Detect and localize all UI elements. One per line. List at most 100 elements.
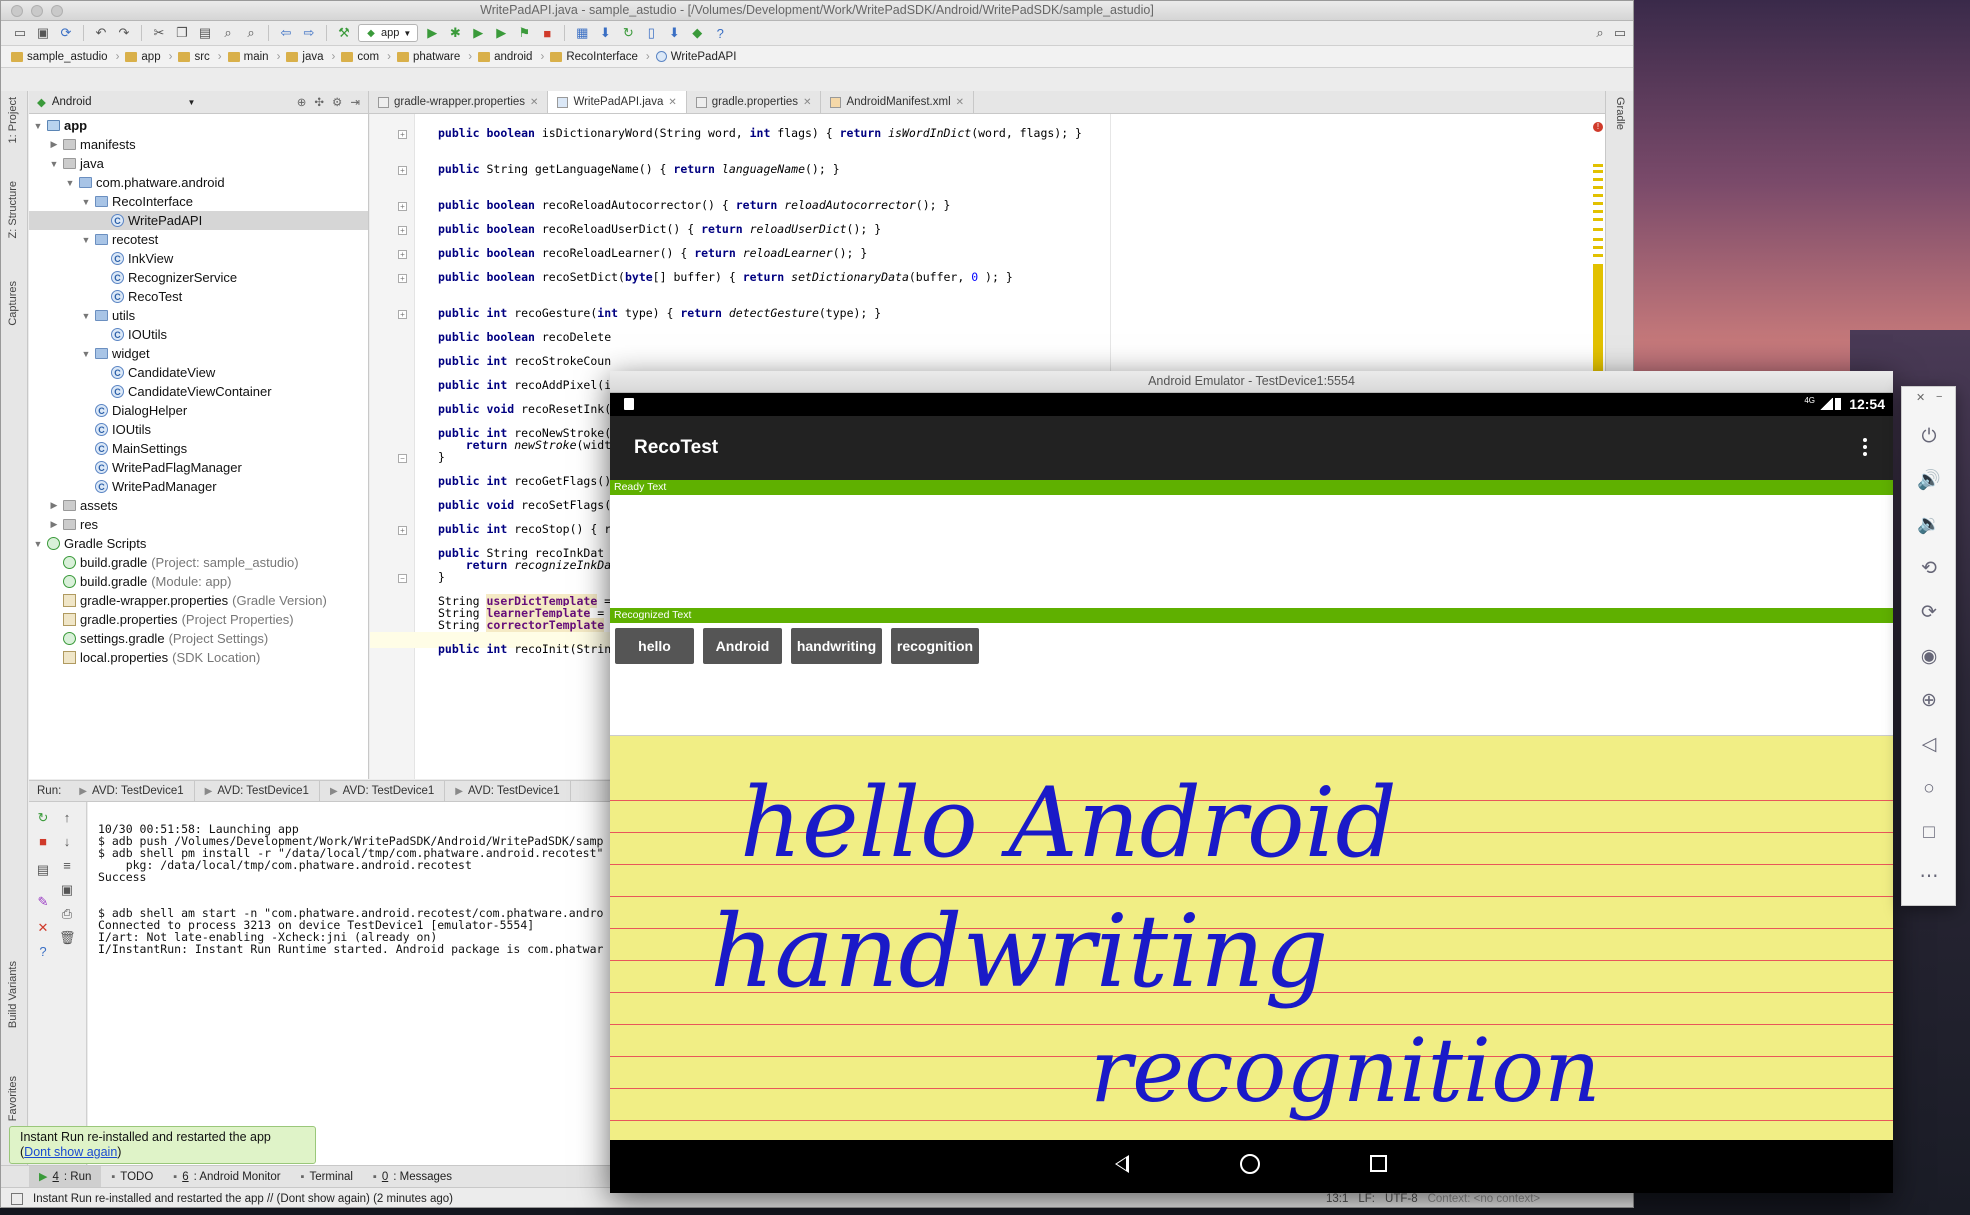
help-icon[interactable]: ?: [711, 24, 729, 42]
tree-item[interactable]: build.gradle (Module: app): [29, 572, 368, 591]
editor-tab[interactable]: gradle-wrapper.properties ✕: [369, 91, 549, 113]
tool-tab-gradle[interactable]: Gradle: [1614, 97, 1626, 130]
pin-icon[interactable]: ✎: [35, 894, 51, 910]
fold-marker-icon[interactable]: +: [398, 274, 407, 283]
run-tab[interactable]: ▶ AVD: TestDevice1: [69, 780, 195, 802]
run-tab[interactable]: ▶ AVD: TestDevice1: [445, 780, 571, 802]
tree-item[interactable]: C RecoTest: [29, 287, 368, 306]
cut-icon[interactable]: ✂: [150, 24, 168, 42]
help-run-icon[interactable]: ?: [35, 944, 51, 960]
search-icon[interactable]: ⌕: [1591, 24, 1609, 42]
back-nav-icon[interactable]: ⇦: [277, 24, 295, 42]
tree-item[interactable]: C DialogHelper: [29, 401, 368, 420]
tool-tab-favorites[interactable]: Favorites: [7, 1076, 19, 1121]
soft-wrap-icon[interactable]: ≡: [59, 858, 75, 874]
fold-marker-icon[interactable]: +: [398, 202, 407, 211]
fold-marker-icon[interactable]: +: [398, 166, 407, 175]
nav-recents-icon[interactable]: [1370, 1155, 1387, 1172]
line-separator[interactable]: LF:: [1358, 1193, 1375, 1205]
run-tab[interactable]: ▶ AVD: TestDevice1: [320, 780, 446, 802]
tree-item[interactable]: build.gradle (Project: sample_astudio): [29, 553, 368, 572]
scroll-down-icon[interactable]: ↓: [59, 834, 75, 850]
volume-down-icon[interactable]: 🔉: [1917, 513, 1941, 537]
editor-tab[interactable]: WritePadAPI.java ✕: [548, 91, 687, 113]
tree-item[interactable]: ▼ com.phatware.android: [29, 173, 368, 192]
tree-item[interactable]: C RecognizerService: [29, 268, 368, 287]
tree-item[interactable]: ▼ java: [29, 154, 368, 173]
tree-item[interactable]: C CandidateViewContainer: [29, 382, 368, 401]
attach-debugger-icon[interactable]: ⚑: [515, 24, 533, 42]
dont-show-again-link[interactable]: Dont show again: [24, 1145, 117, 1159]
collapsed-arrow-icon[interactable]: ▶: [49, 139, 59, 150]
status-layout-icon[interactable]: [11, 1192, 23, 1205]
sync-view-icon[interactable]: ⊕: [297, 95, 307, 109]
sdk-icon[interactable]: ⬇: [665, 24, 683, 42]
handwriting-pad[interactable]: hello Android handwriting recognition: [610, 735, 1893, 1140]
collapsed-arrow-icon[interactable]: ▶: [49, 519, 59, 530]
copy-icon[interactable]: ❐: [173, 24, 191, 42]
layout-icon[interactable]: ▭: [1611, 24, 1629, 42]
tool-tab-build-variants[interactable]: Build Variants: [7, 961, 19, 1028]
open-folder-icon[interactable]: ▭: [11, 24, 29, 42]
error-indicator-icon[interactable]: !: [1593, 122, 1603, 132]
volume-up-icon[interactable]: 🔊: [1917, 469, 1941, 493]
expanded-arrow-icon[interactable]: ▼: [81, 311, 91, 321]
close-icon[interactable]: ✕: [956, 97, 964, 108]
tree-item[interactable]: C WritePadAPI: [29, 211, 368, 230]
fold-marker-icon[interactable]: +: [398, 130, 407, 139]
breadcrumb-item[interactable]: android ›: [478, 51, 550, 63]
expanded-arrow-icon[interactable]: ▼: [49, 159, 59, 169]
restore-layout-icon[interactable]: ▤: [35, 862, 51, 878]
back-icon[interactable]: ◁: [1917, 733, 1941, 757]
ready-text-area[interactable]: [610, 495, 1893, 608]
clear-all-icon[interactable]: 🗑: [59, 930, 76, 946]
run-icon[interactable]: ▶: [423, 24, 441, 42]
stop-icon[interactable]: ■: [538, 24, 556, 42]
tool-tab-captures[interactable]: Captures: [7, 281, 19, 326]
fold-marker-icon[interactable]: −: [398, 454, 407, 463]
sync-icon[interactable]: ⟳: [57, 24, 75, 42]
fold-marker-icon[interactable]: −: [398, 574, 407, 583]
tree-item[interactable]: C WritePadManager: [29, 477, 368, 496]
editor-tab[interactable]: gradle.properties ✕: [687, 91, 822, 113]
breadcrumb-item[interactable]: sample_astudio ›: [11, 51, 125, 63]
tree-item[interactable]: settings.gradle (Project Settings): [29, 629, 368, 648]
replace-icon[interactable]: ⌕: [242, 24, 260, 42]
tool-tab-project[interactable]: 1: Project: [7, 97, 19, 143]
fold-marker-icon[interactable]: +: [398, 526, 407, 535]
rotate-left-icon[interactable]: ⟲: [1917, 557, 1941, 581]
fold-marker-icon[interactable]: +: [398, 226, 407, 235]
rotate-right-icon[interactable]: ⟳: [1917, 601, 1941, 625]
fold-marker-icon[interactable]: +: [398, 310, 407, 319]
zoom-window-button[interactable]: [51, 5, 63, 17]
window-controls[interactable]: [11, 5, 63, 17]
redo-icon[interactable]: ↷: [115, 24, 133, 42]
home-icon[interactable]: ○: [1917, 777, 1941, 801]
paste-icon[interactable]: ▤: [196, 24, 214, 42]
tree-item[interactable]: C WritePadFlagManager: [29, 458, 368, 477]
tree-item[interactable]: C IOUtils: [29, 420, 368, 439]
tree-item[interactable]: ▼ app: [29, 116, 368, 135]
bottom-tab[interactable]: ▪ 6: Android Monitor: [163, 1166, 290, 1187]
tree-item[interactable]: ▼ RecoInterface: [29, 192, 368, 211]
tree-item[interactable]: ▶ res: [29, 515, 368, 534]
close-window-button[interactable]: [11, 5, 23, 17]
sdk-manager-icon[interactable]: ⬇: [596, 24, 614, 42]
expanded-arrow-icon[interactable]: ▼: [33, 539, 43, 549]
candidate-chip[interactable]: recognition: [891, 628, 979, 664]
bottom-tab[interactable]: ▪ 0: Messages: [363, 1166, 462, 1187]
find-icon[interactable]: ⌕: [219, 24, 237, 42]
candidate-chip[interactable]: Android: [703, 628, 782, 664]
tree-item[interactable]: ▼ utils: [29, 306, 368, 325]
breadcrumb-item[interactable]: RecoInterface ›: [550, 51, 655, 63]
bottom-tab[interactable]: ▪ Terminal: [291, 1166, 363, 1187]
zoom-icon[interactable]: ⊕: [1917, 689, 1941, 713]
nav-back-icon[interactable]: [1115, 1155, 1129, 1173]
avd-manager-icon[interactable]: ▯: [642, 24, 660, 42]
minimize-window-button[interactable]: [31, 5, 43, 17]
close-run-icon[interactable]: ✕: [35, 920, 51, 936]
tree-item[interactable]: C IOUtils: [29, 325, 368, 344]
scroll-end-icon[interactable]: ▣: [59, 882, 75, 898]
breadcrumb-item[interactable]: main ›: [227, 51, 287, 63]
hide-icon[interactable]: ⇥: [350, 95, 360, 109]
